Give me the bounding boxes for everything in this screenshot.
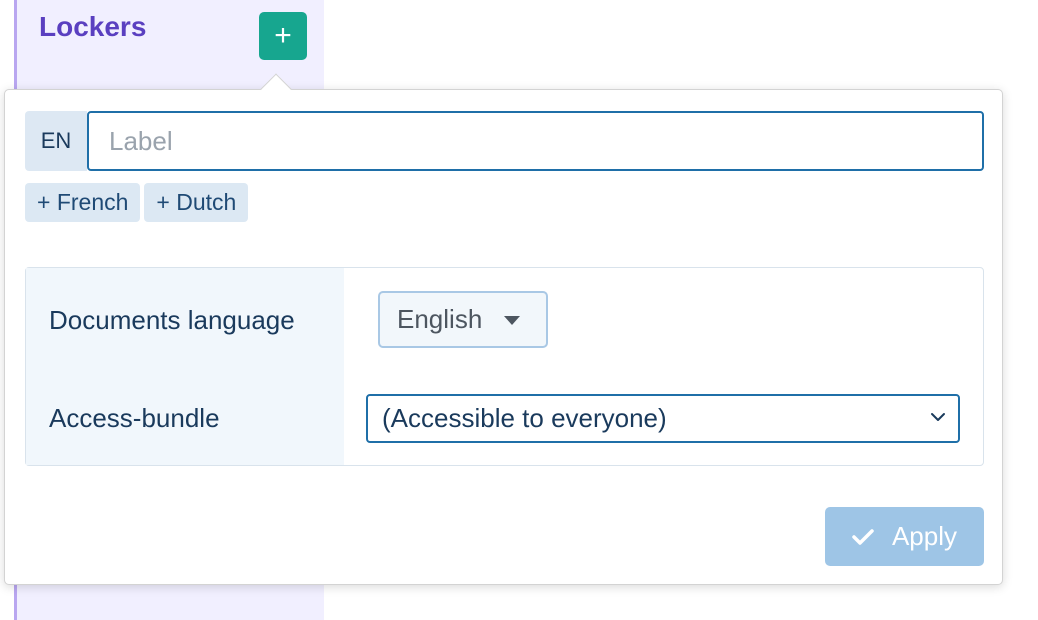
add-language-row: + French + Dutch	[25, 183, 249, 222]
access-bundle-label: Access-bundle	[49, 403, 220, 433]
settings-panel: Documents language Access-bundle English…	[25, 267, 984, 466]
access-bundle-select[interactable]: (Accessible to everyone)	[366, 394, 960, 443]
add-dutch-button[interactable]: + Dutch	[144, 183, 249, 222]
add-locker-popover: EN + French + Dutch Documents language A…	[4, 89, 1003, 585]
documents-language-value: English	[397, 304, 483, 334]
label-input[interactable]	[87, 111, 984, 171]
access-bundle-value: (Accessible to everyone)	[382, 403, 667, 433]
check-icon	[852, 528, 874, 545]
add-locker-button[interactable]: +	[259, 12, 307, 60]
chevron-down-icon	[931, 413, 945, 421]
add-french-button[interactable]: + French	[25, 183, 141, 222]
label-row: EN	[25, 111, 984, 171]
apply-label: Apply	[891, 521, 958, 551]
plus-icon: +	[274, 19, 292, 52]
settings-labels-column: Documents language Access-bundle	[26, 268, 344, 465]
apply-button[interactable]: Apply	[825, 507, 984, 566]
settings-values-column: English (Accessible to everyone)	[344, 268, 983, 465]
caret-down-icon	[504, 316, 521, 325]
sidebar-title: Lockers	[39, 11, 147, 42]
documents-language-dropdown[interactable]: English	[378, 291, 548, 348]
language-code-badge: EN	[25, 111, 87, 171]
documents-language-label: Documents language	[49, 305, 295, 335]
